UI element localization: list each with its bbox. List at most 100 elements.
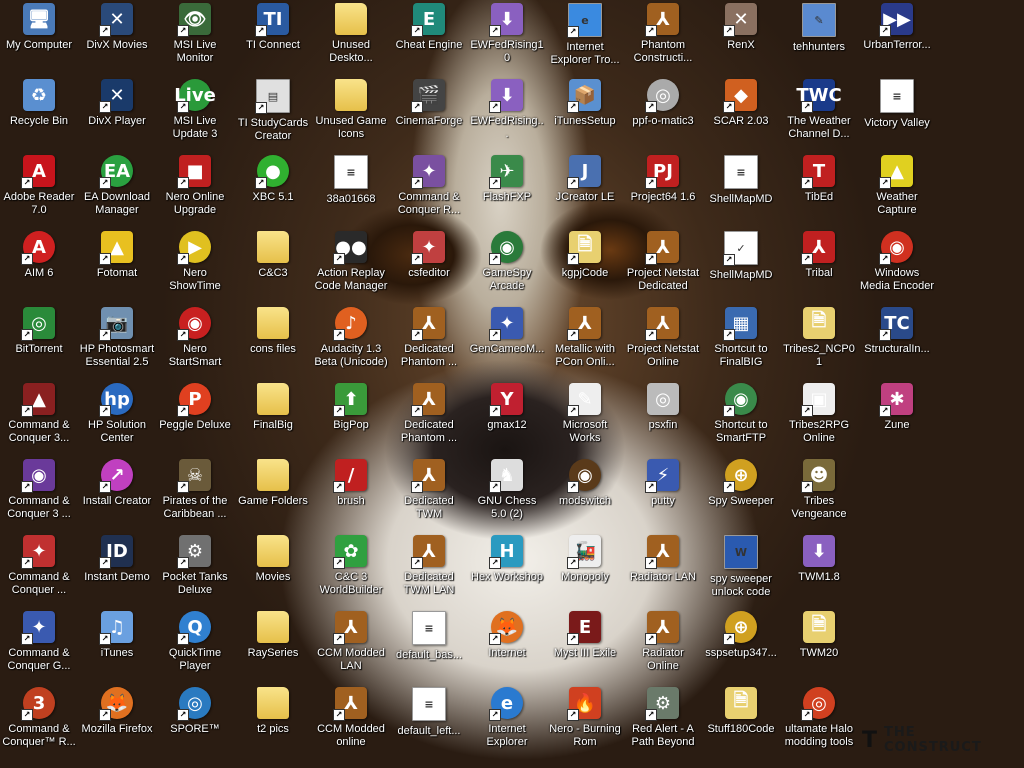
desktop-icon[interactable]: ID ↗ Instant Demo	[78, 532, 156, 608]
desktop-icon[interactable]: ◉ ↗ modswitch	[546, 456, 624, 532]
desktop-icon[interactable]: 🗎 TWM20	[780, 608, 858, 684]
desktop-icon[interactable]: ⚡ ↗ putty	[624, 456, 702, 532]
desktop-icon[interactable]: ♫ ↗ iTunes	[78, 608, 156, 684]
desktop-icon[interactable]: ✎ ↗ Microsoft Works	[546, 380, 624, 456]
desktop-icon[interactable]: C&C3	[234, 228, 312, 304]
desktop-icon[interactable]: ▶ ↗ Nero ShowTime	[156, 228, 234, 304]
desktop-icon[interactable]: ⬆ ↗ BigPop	[312, 380, 390, 456]
desktop-icon[interactable]: 3 ↗ Command & Conquer™ R...	[0, 684, 78, 760]
desktop-icon[interactable]: ≡ Victory Valley	[858, 76, 936, 152]
desktop-icon[interactable]: Wspy sweeper unlock code	[702, 532, 780, 608]
desktop-icon[interactable]: ⬇ TWM1.8	[780, 532, 858, 608]
desktop-icon[interactable]: Game Folders	[234, 456, 312, 532]
desktop-icon[interactable]: ≡ 38a01668	[312, 152, 390, 228]
desktop-icon[interactable]: PJ ↗ Project64 1.6	[624, 152, 702, 228]
desktop-icon[interactable]: ●● ↗ Action Replay Code Manager	[312, 228, 390, 304]
desktop-icon[interactable]: 🖥 My Computer	[0, 0, 78, 76]
desktop-icon[interactable]: ≡ ShellMapMD	[702, 152, 780, 228]
desktop-icon[interactable]: ▦ ↗ Shortcut to FinalBIG	[702, 304, 780, 380]
desktop-icon[interactable]: 🗎 Stuff180Code	[702, 684, 780, 760]
desktop-icon[interactable]: ⊕ ↗ Spy Sweeper	[702, 456, 780, 532]
desktop-icon[interactable]: ✿ ↗ C&C 3 WorldBuilder	[312, 532, 390, 608]
desktop-icon[interactable]: ◉ ↗ Command & Conquer 3 ...	[0, 456, 78, 532]
desktop-icon[interactable]: ☻ ↗ Tribes Vengeance	[780, 456, 858, 532]
desktop-icon[interactable]: ▲ ↗ Fotomat	[78, 228, 156, 304]
desktop-icon[interactable]: Unused Game Icons	[312, 76, 390, 152]
desktop-icon[interactable]: ◉ ↗ GameSpy Arcade	[468, 228, 546, 304]
desktop-icon[interactable]: ✈ ↗ FlashFXP	[468, 152, 546, 228]
desktop-icon[interactable]: ◎ ↗ BitTorrent	[0, 304, 78, 380]
desktop-icon[interactable]: ▲ ↗ Command & Conquer 3...	[0, 380, 78, 456]
desktop-icon[interactable]: ⚙ ↗ Red Alert - A Path Beyond	[624, 684, 702, 760]
desktop-icon[interactable]: 🦊 ↗ Mozilla Firefox	[78, 684, 156, 760]
desktop-icon[interactable]: ⅄ ↗ Project Netstat Online	[624, 304, 702, 380]
desktop-icon[interactable]: hp ↗ HP Solution Center	[78, 380, 156, 456]
desktop-icon[interactable]: P ↗ Peggle Deluxe	[156, 380, 234, 456]
desktop-icon[interactable]: Unused Deskto...	[312, 0, 390, 76]
desktop-icon[interactable]: Live ↗ MSI Live Update 3	[156, 76, 234, 152]
desktop-icon[interactable]: TC ↗ StructuralIn...	[858, 304, 936, 380]
desktop-icon[interactable]: e ↗ Internet Explorer Tro...	[546, 0, 624, 76]
desktop-icon[interactable]: t2 pics	[234, 684, 312, 760]
desktop-icon[interactable]: ⬇ ↗ EWFedRising...	[468, 76, 546, 152]
desktop-icon[interactable]: ⅄ ↗ Dedicated Phantom ...	[390, 304, 468, 380]
desktop-icon[interactable]: ♪ ↗ Audacity 1.3 Beta (Unicode)	[312, 304, 390, 380]
desktop-icon[interactable]: ◉ ↗ Windows Media Encoder	[858, 228, 936, 304]
desktop-icon[interactable]: ✕ ↗ RenX	[702, 0, 780, 76]
desktop-icon[interactable]: 🗎 ↗ kgpjCode	[546, 228, 624, 304]
desktop-icon[interactable]: ▲ ↗ Weather Capture	[858, 152, 936, 228]
desktop-icon[interactable]: ⅄ ↗ Tribal	[780, 228, 858, 304]
desktop-icon[interactable]: H ↗ Hex Workshop	[468, 532, 546, 608]
desktop-icon[interactable]: RaySeries	[234, 608, 312, 684]
desktop-icon[interactable]: ♻ Recycle Bin	[0, 76, 78, 152]
desktop-icon[interactable]: ● ↗ XBC 5.1	[234, 152, 312, 228]
desktop-icon[interactable]: Movies	[234, 532, 312, 608]
desktop-icon[interactable]: ⅄ ↗ Radiator Online	[624, 608, 702, 684]
desktop-icon[interactable]: ⊕ ↗ sspsetup347...	[702, 608, 780, 684]
desktop-icon[interactable]: ⅄ ↗ Dedicated Phantom ...	[390, 380, 468, 456]
desktop-icon[interactable]: ▣ ↗ Tribes2RPG Online	[780, 380, 858, 456]
desktop-icon[interactable]: ✎ tehhunters	[780, 0, 858, 76]
desktop-icon[interactable]: ✓ ↗ ShellMapMD	[702, 228, 780, 304]
desktop-icon[interactable]: ⬇ ↗ EWFedRising10	[468, 0, 546, 76]
desktop-icon[interactable]: ✦ ↗ Command & Conquer ...	[0, 532, 78, 608]
desktop-icon[interactable]: ■ ↗ Nero Online Upgrade	[156, 152, 234, 228]
desktop-icon[interactable]: ⅄ ↗ Project Netstat Dedicated	[624, 228, 702, 304]
desktop-icon[interactable]: T ↗ TibEd	[780, 152, 858, 228]
desktop-icon[interactable]: ⅄ ↗ CCM Modded LAN	[312, 608, 390, 684]
desktop-icon[interactable]: ⅄ ↗ CCM Modded online	[312, 684, 390, 760]
desktop-icon[interactable]: ♞ ↗ GNU Chess 5.0 (2)	[468, 456, 546, 532]
desktop-icon[interactable]: ◎ ↗ SPORE™	[156, 684, 234, 760]
desktop-icon[interactable]: TWC ↗ The Weather Channel D...	[780, 76, 858, 152]
desktop-icon[interactable]: ◎ psxfin	[624, 380, 702, 456]
desktop-icon[interactable]: A ↗ Adobe Reader 7.0	[0, 152, 78, 228]
desktop-icon[interactable]: e ↗ Internet Explorer	[468, 684, 546, 760]
desktop-icon[interactable]: Q ↗ QuickTime Player	[156, 608, 234, 684]
desktop-icon[interactable]: ✱ ↗ Zune	[858, 380, 936, 456]
desktop-icon[interactable]: ⅄ ↗ Metallic with PCon Onli...	[546, 304, 624, 380]
desktop-icon[interactable]: ⅄ ↗ Dedicated TWM LAN	[390, 532, 468, 608]
desktop-icon[interactable]: 🚂 ↗ Monopoly	[546, 532, 624, 608]
desktop-icon[interactable]: ✕ ↗ DivX Player	[78, 76, 156, 152]
desktop-icon[interactable]: ◉ ↗ Shortcut to SmartFTP	[702, 380, 780, 456]
desktop-icon[interactable]: ◎ ↗ ultamate Halo modding tools	[780, 684, 858, 760]
desktop-icon[interactable]: 📦 ↗ iTunesSetup	[546, 76, 624, 152]
desktop-icon[interactable]: ✦ ↗ csfeditor	[390, 228, 468, 304]
desktop-icon[interactable]: Y ↗ gmax12	[468, 380, 546, 456]
desktop-icon[interactable]: EA ↗ EA Download Manager	[78, 152, 156, 228]
desktop-icon[interactable]: E ↗ Cheat Engine	[390, 0, 468, 76]
desktop-icon[interactable]: ⅄ ↗ Dedicated TWM	[390, 456, 468, 532]
desktop-icon[interactable]: 👁 ↗ MSI Live Monitor	[156, 0, 234, 76]
desktop-icon[interactable]: 🦊 ↗ Internet	[468, 608, 546, 684]
desktop-icon[interactable]: ☠ ↗ Pirates of the Caribbean ...	[156, 456, 234, 532]
desktop-icon[interactable]: ✦ ↗ Command & Conquer R...	[390, 152, 468, 228]
desktop-icon[interactable]: ◆ ↗ SCAR 2.03	[702, 76, 780, 152]
desktop-icon[interactable]: FinalBig	[234, 380, 312, 456]
desktop-icon[interactable]: ↗ ↗ Install Creator	[78, 456, 156, 532]
desktop-icon[interactable]: 🗎 Tribes2_NCP01	[780, 304, 858, 380]
desktop-icon[interactable]: ◉ ↗ Nero StartSmart	[156, 304, 234, 380]
desktop-icon[interactable]: TI ↗ TI Connect	[234, 0, 312, 76]
desktop-icon[interactable]: ⅄ ↗ Phantom Constructi...	[624, 0, 702, 76]
desktop-icon[interactable]: ≡ default_left...	[390, 684, 468, 760]
desktop-icon[interactable]: / ↗ brush	[312, 456, 390, 532]
